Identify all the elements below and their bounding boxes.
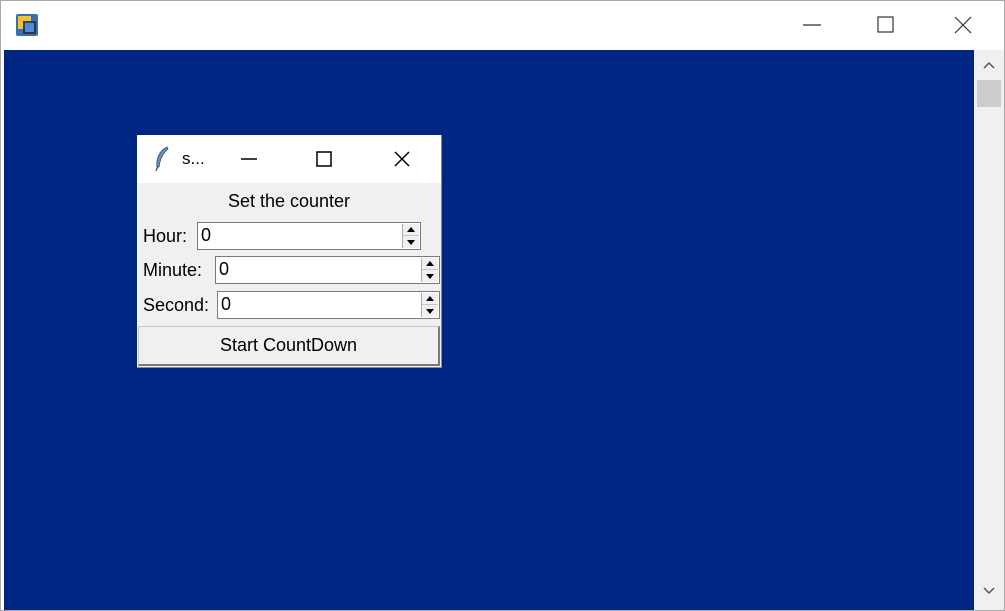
scroll-up-button[interactable] [974,52,1004,78]
second-decrement-button[interactable] [422,305,438,317]
hour-spinbox[interactable]: 0 [197,222,421,250]
heading-label: Set the counter [227,191,351,211]
maximize-button[interactable] [304,144,344,174]
hour-label: Hour: [143,226,188,246]
hour-value[interactable]: 0 [201,225,211,246]
hour-decrement-button[interactable] [403,236,419,248]
minimize-button[interactable] [229,144,269,174]
second-spin-arrows [421,293,438,317]
maximize-icon [316,151,332,167]
start-countdown-button[interactable]: Start CountDown [138,326,440,366]
scroll-down-button[interactable] [974,578,1004,604]
second-increment-button[interactable] [422,293,438,305]
minute-label: Minute: [143,260,203,280]
app-icon [16,14,38,36]
second-label: Second: [143,295,210,315]
hour-increment-button[interactable] [403,224,419,236]
minimize-button[interactable] [789,7,835,43]
triangle-down-icon [426,308,434,314]
minute-value[interactable]: 0 [219,259,229,280]
close-icon [394,151,410,167]
close-button[interactable] [940,7,986,43]
chevron-up-icon [983,61,995,69]
window-title: s... [182,149,205,168]
countdown-titlebar[interactable]: s... [137,135,441,183]
minute-spin-arrows [421,258,438,282]
vertical-scrollbar[interactable] [974,50,1004,610]
close-button[interactable] [382,144,422,174]
hour-spin-arrows [402,224,419,248]
minute-spinbox[interactable]: 0 [215,256,440,284]
second-spinbox[interactable]: 0 [217,291,440,319]
feather-icon [155,146,169,172]
triangle-down-icon [426,273,434,279]
triangle-down-icon [407,239,415,245]
maximize-button[interactable] [863,7,909,43]
maximize-icon [877,16,894,33]
scroll-thumb[interactable] [977,80,1001,107]
outer-titlebar[interactable] [1,1,1004,49]
minimize-icon [241,158,257,160]
triangle-up-icon [426,261,434,266]
close-icon [954,16,972,34]
triangle-up-icon [426,296,434,301]
minimize-icon [803,24,821,26]
chevron-down-icon [983,587,995,595]
triangle-up-icon [407,227,415,232]
second-value[interactable]: 0 [221,294,231,315]
minute-decrement-button[interactable] [422,270,438,282]
minute-increment-button[interactable] [422,258,438,270]
countdown-window: s... Set the counter Hour: 0 Minute: 0 S… [137,135,442,368]
